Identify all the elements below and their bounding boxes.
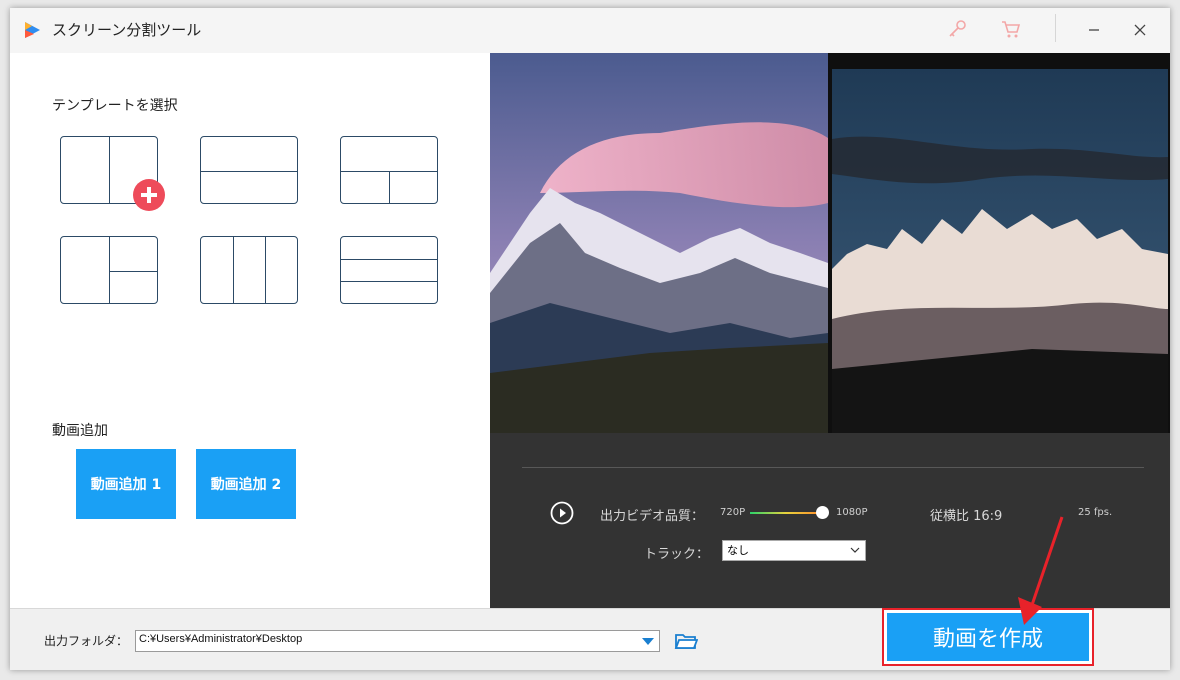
play-icon[interactable] [550,501,574,525]
cart-icon[interactable] [1000,18,1022,40]
titlebar-divider [1055,14,1056,42]
template-top-and-two-bottom[interactable] [340,136,438,204]
left-panel: テンプレートを選択 動画追加 動画追加 1 動画追加 2 [10,53,490,608]
template-heading: テンプレートを選択 [52,98,178,114]
key-icon[interactable] [946,18,968,40]
template-split-vertical-3[interactable] [200,236,298,304]
close-icon[interactable] [1128,18,1152,42]
output-path-field[interactable]: C:¥Users¥Administrator¥Desktop [135,630,660,652]
app-logo-icon [25,22,40,38]
quality-slider-knob[interactable] [815,506,829,519]
controls-divider [522,467,1144,468]
quality-min-label: 720P [720,507,746,518]
template-split-vertical-2[interactable] [60,136,165,211]
folder-icon[interactable] [674,631,698,651]
app-window: スクリーン分割ツール テンプレートを選択 動画追加 動画追加 1 動画追加 2 … [10,8,1170,670]
video-1-preview-image [490,53,828,433]
title-bar: スクリーン分割ツール [10,8,1170,54]
template-split-horizontal-3[interactable] [340,236,438,304]
output-folder-label: 出力フォルダ： [44,634,129,648]
window-title: スクリーン分割ツール [52,21,202,39]
add-video-heading: 動画追加 [52,423,108,439]
video-2-preview-image [832,69,1168,433]
template-left-and-two-right[interactable] [60,236,158,304]
minimize-icon[interactable] [1082,18,1106,42]
add-plus-icon [133,179,165,211]
track-label: トラック： [644,547,710,562]
dropdown-arrow-icon[interactable] [641,636,655,646]
annotation-arrow-icon [1018,516,1064,625]
aspect-ratio: 従横比 16:9 [930,509,1003,524]
add-video-2-button[interactable]: 動画追加 2 [196,449,296,519]
template-split-horizontal-2[interactable] [200,136,298,204]
output-path-value: C:¥Users¥Administrator¥Desktop [139,633,303,645]
quality-slider[interactable] [750,512,822,514]
track-select-value: なし [727,544,749,557]
video-preview [490,53,1170,433]
quality-max-label: 1080P [836,507,868,518]
quality-label: 出力ビデオ品質： [600,509,705,524]
add-video-1-button[interactable]: 動画追加 1 [76,449,176,519]
track-select[interactable]: なし [722,540,866,561]
fps-label: 25 fps. [1078,507,1113,518]
chevron-down-icon [850,547,860,553]
